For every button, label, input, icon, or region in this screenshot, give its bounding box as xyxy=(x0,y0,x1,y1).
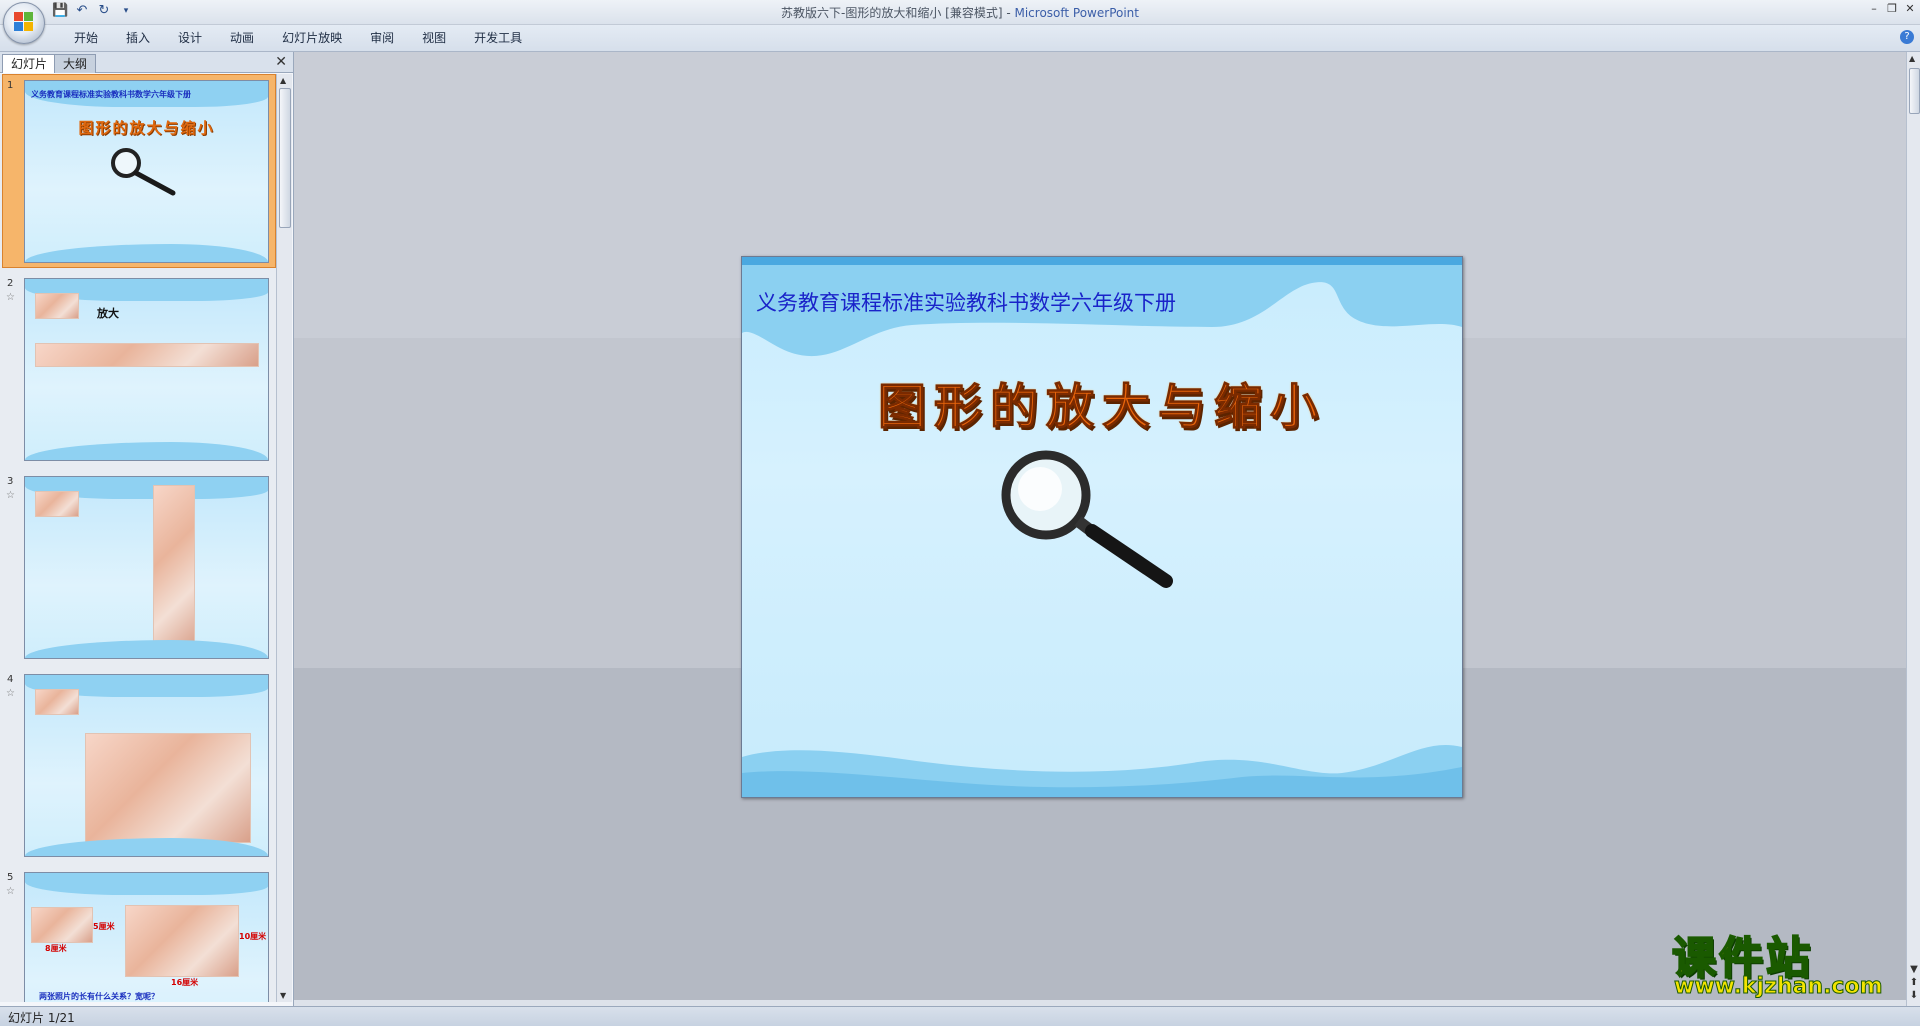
animation-star-icon: ☆ xyxy=(6,688,15,699)
office-button[interactable] xyxy=(3,2,45,44)
tab-review[interactable]: 审阅 xyxy=(356,30,408,46)
question-text: 两张照片的长有什么关系？宽呢？ xyxy=(39,992,159,1001)
thumbnail-row-5[interactable]: 5 ☆ 5厘米 8厘米 10厘米 16厘米 两张照片的长有什么关系？宽呢？ xyxy=(0,866,276,1002)
slide-thumbnail-5[interactable]: 5厘米 8厘米 10厘米 16厘米 两张照片的长有什么关系？宽呢？ xyxy=(24,872,269,1002)
baby-photo xyxy=(35,491,79,517)
tab-slides[interactable]: 幻灯片 xyxy=(2,54,57,73)
panel-close-icon[interactable]: ✕ xyxy=(275,54,287,70)
baby-photo xyxy=(35,689,79,715)
thumbnail-label: 放大 xyxy=(97,307,119,320)
animation-star-icon: ☆ xyxy=(6,292,15,303)
scrollbar-thumb[interactable] xyxy=(1909,68,1920,114)
medium-photo xyxy=(125,905,239,977)
slide-thumbnail-1[interactable]: 义务教育课程标准实验教科书数学六年级下册 图形的放大与缩小 xyxy=(24,80,269,263)
slide-thumbnails: 1 义务教育课程标准实验教科书数学六年级下册 图形的放大与缩小 2 ☆ 放大 3… xyxy=(0,74,276,1002)
tab-animations[interactable]: 动画 xyxy=(216,30,268,46)
current-slide[interactable]: 义务教育课程标准实验教科书数学六年级下册 图形的放大与缩小 xyxy=(741,256,1463,798)
editor-scrollbar[interactable]: ▲ ▼ ⬆ ⬇ xyxy=(1906,52,1920,1006)
ribbon: 开始 插入 设计 动画 幻灯片放映 审阅 视图 开发工具 ? xyxy=(0,25,1920,52)
tab-design[interactable]: 设计 xyxy=(164,30,216,46)
tall-photo xyxy=(153,485,195,649)
dimension-label: 5厘米 xyxy=(93,922,115,931)
slide-subtitle[interactable]: 义务教育课程标准实验教科书数学六年级下册 xyxy=(756,287,1176,317)
tab-home[interactable]: 开始 xyxy=(60,30,112,46)
ribbon-tabs: 开始 插入 设计 动画 幻灯片放映 审阅 视图 开发工具 xyxy=(60,30,536,46)
scrollbar-thumb[interactable] xyxy=(279,88,291,228)
slides-panel: 幻灯片 大纲 ✕ 1 义务教育课程标准实验教科书数学六年级下册 图形的放大与缩小… xyxy=(0,52,294,1006)
slide-thumbnail-3[interactable] xyxy=(24,476,269,659)
thumbnail-scrollbar[interactable]: ▲ ▼ xyxy=(276,74,292,1002)
animation-star-icon: ☆ xyxy=(6,886,15,897)
baby-photo xyxy=(35,293,79,319)
thumbnail-row-4[interactable]: 4 ☆ xyxy=(0,668,276,864)
magnifier-icon xyxy=(1001,450,1173,588)
slide-editor: 义务教育课程标准实验教科书数学六年级下册 图形的放大与缩小 xyxy=(294,52,1906,1008)
thumbnail-number: 5 xyxy=(7,872,14,883)
scroll-down-icon[interactable]: ▼ xyxy=(280,991,286,1000)
window-title: 苏教版六下-图形的放大和缩小 [兼容模式] - Microsoft PowerP… xyxy=(0,4,1920,21)
scroll-up-icon[interactable]: ▲ xyxy=(1909,54,1915,63)
thumbnail-number: 2 xyxy=(7,278,14,289)
help-icon[interactable]: ? xyxy=(1900,30,1914,44)
stretched-photo xyxy=(35,343,259,367)
thumbnail-number: 4 xyxy=(7,674,14,685)
tab-view[interactable]: 视图 xyxy=(408,30,460,46)
thumbnail-number: 3 xyxy=(7,476,14,487)
tab-slideshow[interactable]: 幻灯片放映 xyxy=(268,30,356,46)
dimension-label: 8厘米 xyxy=(45,944,67,953)
animation-star-icon: ☆ xyxy=(6,490,15,501)
status-bar: 幻灯片 1/21 xyxy=(0,1006,1920,1026)
thumbnail-subtitle: 义务教育课程标准实验教科书数学六年级下册 xyxy=(31,90,191,99)
slide-indicator: 幻灯片 1/21 xyxy=(8,1011,75,1025)
document-title: 苏教版六下-图形的放大和缩小 [兼容模式] - xyxy=(781,6,1015,20)
office-logo-icon xyxy=(14,12,34,32)
watermark-url: www.kjzhan.com xyxy=(1674,974,1884,1000)
restore-icon[interactable]: ❐ xyxy=(1886,2,1898,15)
thumbnail-row-2[interactable]: 2 ☆ 放大 xyxy=(0,272,276,468)
thumbnail-row-1[interactable]: 1 义务教育课程标准实验教科书数学六年级下册 图形的放大与缩小 xyxy=(0,74,276,270)
window-controls: – ❐ ✕ xyxy=(1868,2,1916,15)
large-photo xyxy=(85,733,251,843)
dimension-label: 16厘米 xyxy=(171,978,199,987)
slide-bottom-wave xyxy=(742,744,1462,797)
tab-insert[interactable]: 插入 xyxy=(112,30,164,46)
scroll-up-icon[interactable]: ▲ xyxy=(280,76,286,85)
close-icon[interactable]: ✕ xyxy=(1904,2,1916,15)
slide-thumbnail-4[interactable] xyxy=(24,674,269,857)
title-bar: 💾 ↶ ↻ ▾ 苏教版六下-图形的放大和缩小 [兼容模式] - Microsof… xyxy=(0,0,1920,25)
panel-tabs: 幻灯片 大纲 ✕ xyxy=(0,52,293,73)
thumbnail-heading: 图形的放大与缩小 xyxy=(78,119,215,137)
tab-outline[interactable]: 大纲 xyxy=(54,54,97,73)
magnifier-icon xyxy=(111,148,176,196)
tab-developer[interactable]: 开发工具 xyxy=(460,30,536,46)
app-name: Microsoft PowerPoint xyxy=(1014,6,1139,20)
minimize-icon[interactable]: – xyxy=(1868,2,1880,15)
slide-title[interactable]: 图形的放大与缩小 xyxy=(742,367,1462,437)
watermark-logo: 课件站 www.kjzhan.com xyxy=(1671,922,1912,1002)
thumbnail-number: 1 xyxy=(7,80,14,91)
dimension-label: 10厘米 xyxy=(239,932,267,941)
slide-thumbnail-2[interactable]: 放大 xyxy=(24,278,269,461)
thumbnail-row-3[interactable]: 3 ☆ xyxy=(0,470,276,666)
small-photo xyxy=(31,907,93,943)
